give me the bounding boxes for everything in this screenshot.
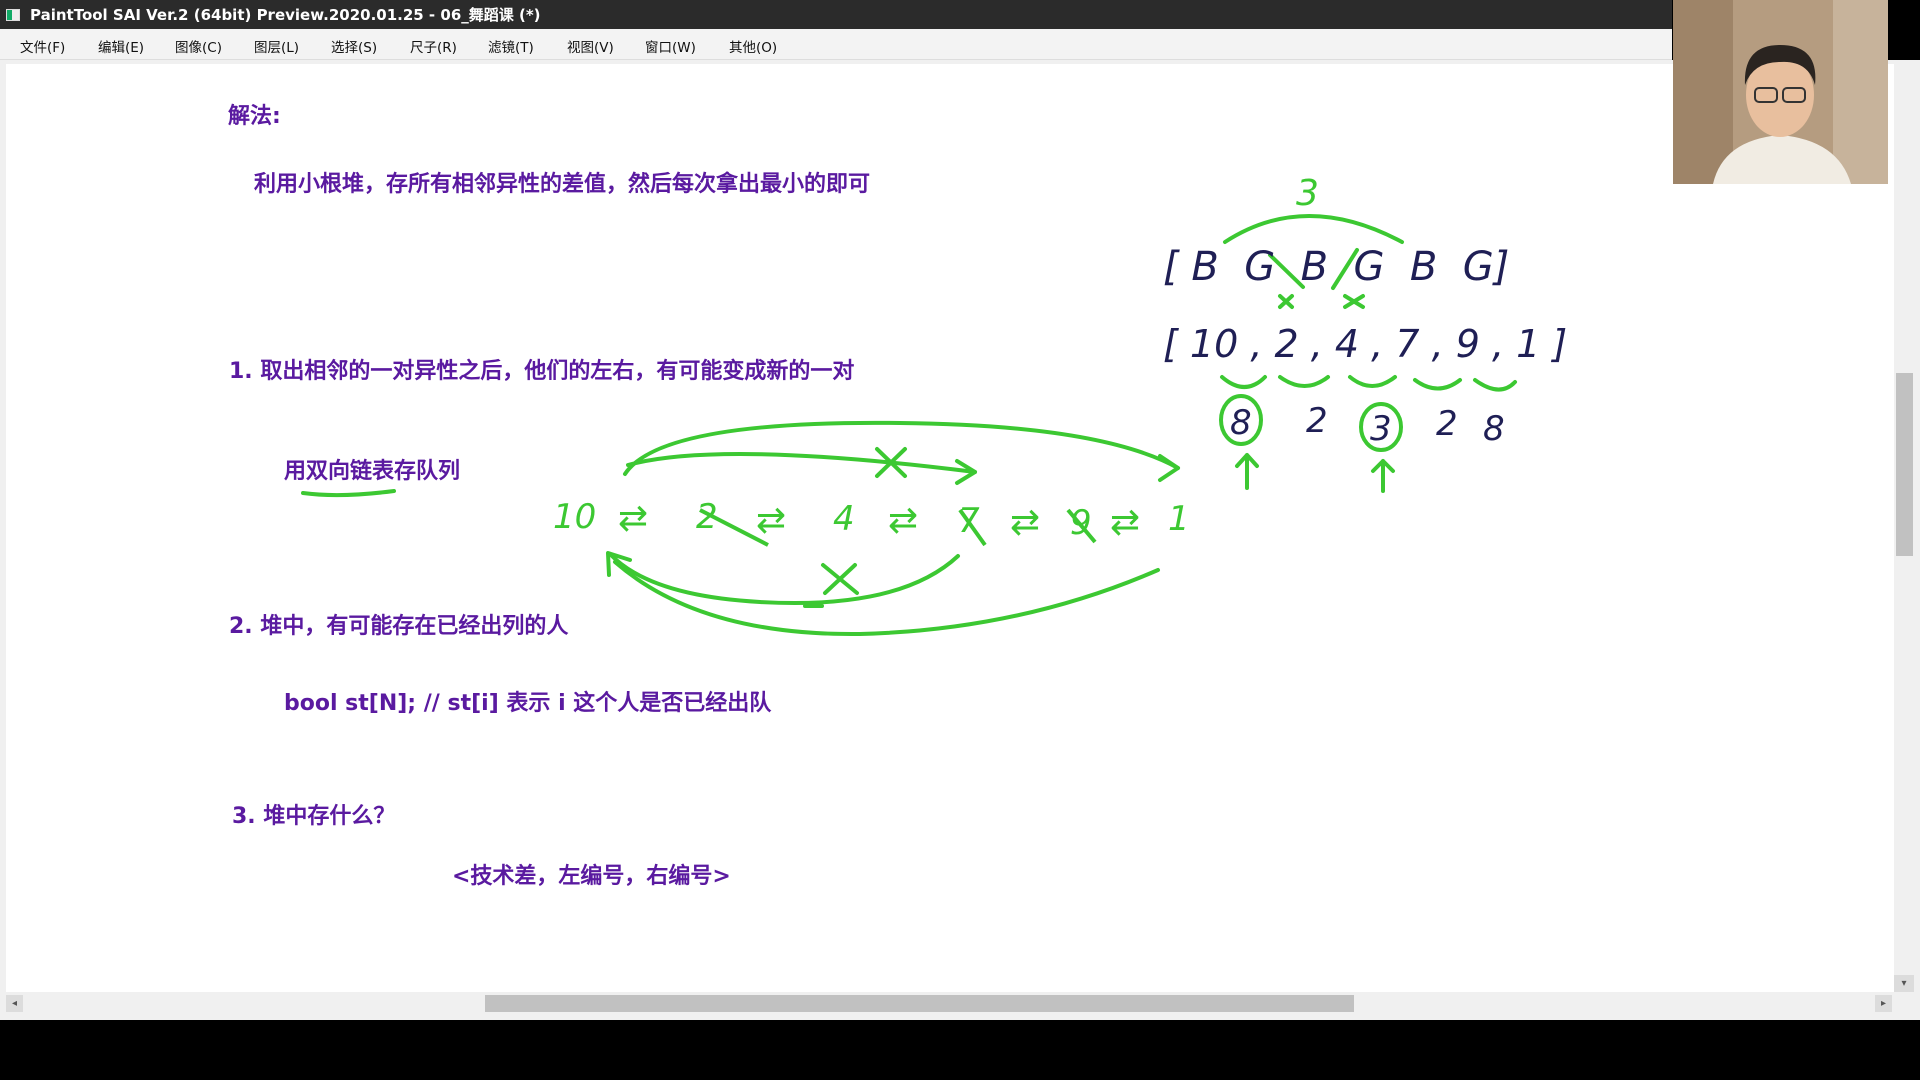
menu-edit[interactable]: 编辑(E) [98,36,144,56]
solution-heading: 解法: [228,104,281,129]
point-1-sub: 用双向链表存队列 [284,459,461,484]
drawing-canvas[interactable] [6,64,1894,992]
title-bar: PaintTool SAI Ver.2 (64bit) Preview.2020… [0,0,1672,29]
menu-other[interactable]: 其他(O) [729,36,777,56]
scroll-left-icon[interactable]: ◂ [6,995,23,1012]
menu-bar: 文件(F) 编辑(E) 图像(C) 图层(L) 选择(S) 尺子(R) 滤镜(T… [0,29,1672,60]
point-2-sub: bool st[N]; // st[i] 表示 i 这个人是否已经出队 [284,691,772,716]
menu-file[interactable]: 文件(F) [20,36,65,56]
bottom-black-bar [0,1020,1920,1080]
scroll-down-icon[interactable]: ▾ [1894,975,1914,992]
scroll-right-icon[interactable]: ▸ [1875,995,1892,1012]
point-3-sub: <技术差，左编号，右编号> [452,864,731,889]
menu-ruler[interactable]: 尺子(R) [410,36,457,56]
presenter-video [1673,0,1888,184]
horizontal-scroll-thumb[interactable] [485,995,1354,1012]
approach-text: 利用小根堆，存所有相邻异性的差值，然后每次拿出最小的即可 [254,172,871,197]
app-icon [6,8,20,21]
menu-image[interactable]: 图像(C) [175,36,222,56]
menu-window[interactable]: 窗口(W) [645,36,696,56]
point-1: 1. 取出相邻的一对异性之后，他们的左右，有可能变成新的一对 [229,359,855,384]
menu-select[interactable]: 选择(S) [331,36,377,56]
window-title: PaintTool SAI Ver.2 (64bit) Preview.2020… [30,6,541,24]
menu-filter[interactable]: 滤镜(T) [488,36,534,56]
webcam-overlay [1673,0,1888,184]
vertical-scroll-thumb[interactable] [1896,373,1913,556]
point-3: 3. 堆中存什么？ [232,804,396,829]
point-2: 2. 堆中，有可能存在已经出列的人 [229,614,569,639]
menu-layer[interactable]: 图层(L) [254,36,299,56]
menu-view[interactable]: 视图(V) [567,36,614,56]
